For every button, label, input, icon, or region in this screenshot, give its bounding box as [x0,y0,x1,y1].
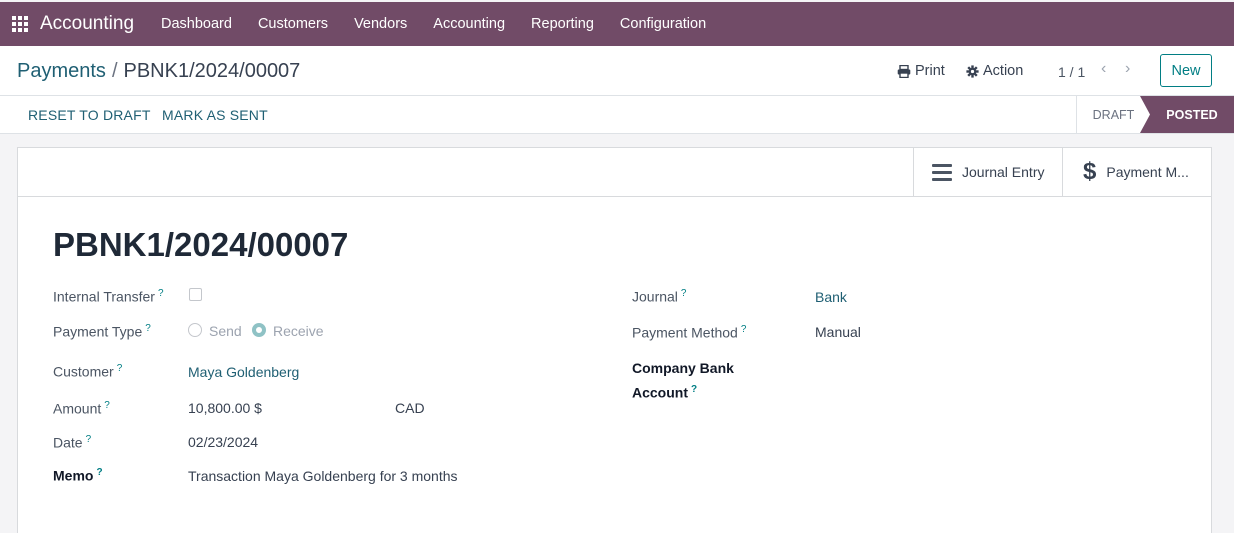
help-icon[interactable]: ? [158,288,164,299]
date-label: Date? [53,434,91,451]
journal-label-text: Journal [632,288,678,305]
apps-menu-icon[interactable] [0,2,40,46]
breadcrumb-current: PBNK1/2024/00007 [123,60,301,82]
breadcrumb-payments[interactable]: Payments [17,60,106,82]
help-icon[interactable]: ? [96,467,102,478]
pager-next-icon[interactable]: › [1125,60,1130,78]
nav-dashboard[interactable]: Dashboard [148,2,245,46]
smart-button-box: Journal Entry $ Payment M... [18,148,1211,197]
bars-icon [932,163,952,181]
payment-type-receive-label[interactable]: Receive [273,323,324,339]
payment-type-receive-radio[interactable] [252,323,266,337]
control-panel: Payments / PBNK1/2024/00007 Print Action 1… [0,46,1234,96]
gear-icon [966,64,979,78]
customer-label: Customer? [53,363,122,380]
amount-label: Amount? [53,400,110,417]
pager-previous-icon[interactable]: ‹ [1101,60,1106,78]
customer-label-text: Customer [53,363,114,380]
internal-transfer-label: Internal Transfer? [53,288,164,305]
status-bar: RESET TO DRAFT MARK AS SENT DRAFT POSTED [0,96,1234,134]
stage-draft[interactable]: DRAFT [1076,96,1150,133]
company-bank-label-line1: Company Bank [632,360,734,376]
memo-label-text: Memo [53,467,94,484]
journal-value[interactable]: Bank [815,289,847,305]
help-icon[interactable]: ? [117,363,123,374]
payment-type-send-radio[interactable] [188,323,202,337]
pager-value[interactable]: 1 / 1 [1058,64,1085,80]
action-button[interactable]: Action [966,63,1023,79]
nav-customers[interactable]: Customers [245,2,341,46]
app-brand[interactable]: Accounting [40,13,134,35]
record-title: PBNK1/2024/00007 [53,226,349,263]
help-icon[interactable]: ? [145,323,151,334]
amount-value[interactable]: 10,800.00 $ [188,400,262,416]
currency-value[interactable]: CAD [395,400,425,416]
payment-type-send-label[interactable]: Send [209,323,242,339]
memo-label: Memo? [53,467,103,484]
memo-value[interactable]: Transaction Maya Goldenberg for 3 months [188,468,458,484]
action-label: Action [983,63,1024,79]
company-bank-label-line2: Account [632,384,688,401]
nav-configuration[interactable]: Configuration [607,2,719,46]
help-icon[interactable]: ? [86,434,92,445]
form-sheet: Journal Entry $ Payment M... PBNK1/2024/… [17,147,1212,533]
company-bank-account-label: Company Bank Account? [632,358,734,404]
print-label: Print [915,63,945,79]
printer-icon [897,64,911,78]
help-icon[interactable]: ? [691,384,697,395]
payment-type-label: Payment Type? [53,323,151,340]
nav-accounting[interactable]: Accounting [420,2,518,46]
payment-method-label-text: Payment Method [632,324,738,341]
print-button[interactable]: Print [897,63,945,79]
payment-method-label: Payment Method? [632,324,746,341]
journal-entry-button[interactable]: Journal Entry [913,148,1063,196]
journal-label: Journal? [632,288,686,305]
payment-matching-button[interactable]: $ Payment M... [1062,148,1211,196]
internal-transfer-label-text: Internal Transfer [53,288,155,305]
nav-vendors[interactable]: Vendors [341,2,420,46]
help-icon[interactable]: ? [741,324,747,335]
nav-reporting[interactable]: Reporting [518,2,607,46]
payment-type-label-text: Payment Type [53,323,143,340]
new-button[interactable]: New [1160,54,1212,87]
help-icon[interactable]: ? [104,400,110,411]
top-navbar: Accounting Dashboard Customers Vendors A… [0,2,1234,46]
customer-value[interactable]: Maya Goldenberg [188,364,299,380]
internal-transfer-checkbox[interactable] [189,288,202,301]
payment-matching-label: Payment M... [1106,164,1189,180]
reset-to-draft-button[interactable]: RESET TO DRAFT [28,107,151,123]
amount-label-text: Amount [53,400,102,417]
journal-entry-label: Journal Entry [962,164,1045,180]
payment-method-value[interactable]: Manual [815,324,861,340]
stage-posted[interactable]: POSTED [1140,96,1234,133]
breadcrumb: Payments / PBNK1/2024/00007 [17,60,300,83]
breadcrumb-separator: / [111,60,118,82]
help-icon[interactable]: ? [681,288,687,299]
date-label-text: Date [53,434,83,451]
mark-as-sent-button[interactable]: MARK AS SENT [162,107,268,123]
dollar-icon: $ [1083,158,1097,185]
date-value[interactable]: 02/23/2024 [188,434,258,450]
